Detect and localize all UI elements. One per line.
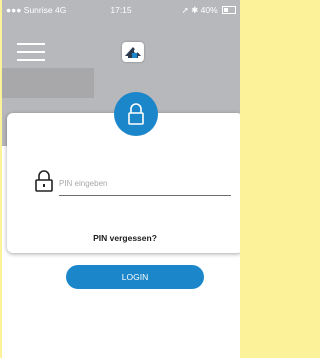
header-banner [2, 68, 94, 98]
menu-icon[interactable] [17, 43, 45, 63]
forgot-pin-link[interactable]: PIN vergessen? [7, 233, 240, 243]
status-right: ➚ ✱ 40% [182, 0, 236, 20]
status-bar: ●●● Sunrise 4G 17:15 ➚ ✱ 40% [2, 0, 240, 20]
app-logo-icon [122, 42, 144, 62]
battery-icon [222, 6, 236, 14]
phone-screen: ●●● Sunrise 4G 17:15 ➚ ✱ 40% PIN vergess… [2, 0, 240, 358]
login-button[interactable]: LOGIN [66, 265, 204, 289]
lock-icon [34, 170, 54, 192]
bluetooth-icon: ✱ [191, 5, 199, 15]
lock-icon [114, 92, 158, 136]
pin-input[interactable] [59, 171, 231, 196]
battery-percent: 40% [200, 5, 218, 15]
location-icon: ➚ [181, 5, 189, 15]
